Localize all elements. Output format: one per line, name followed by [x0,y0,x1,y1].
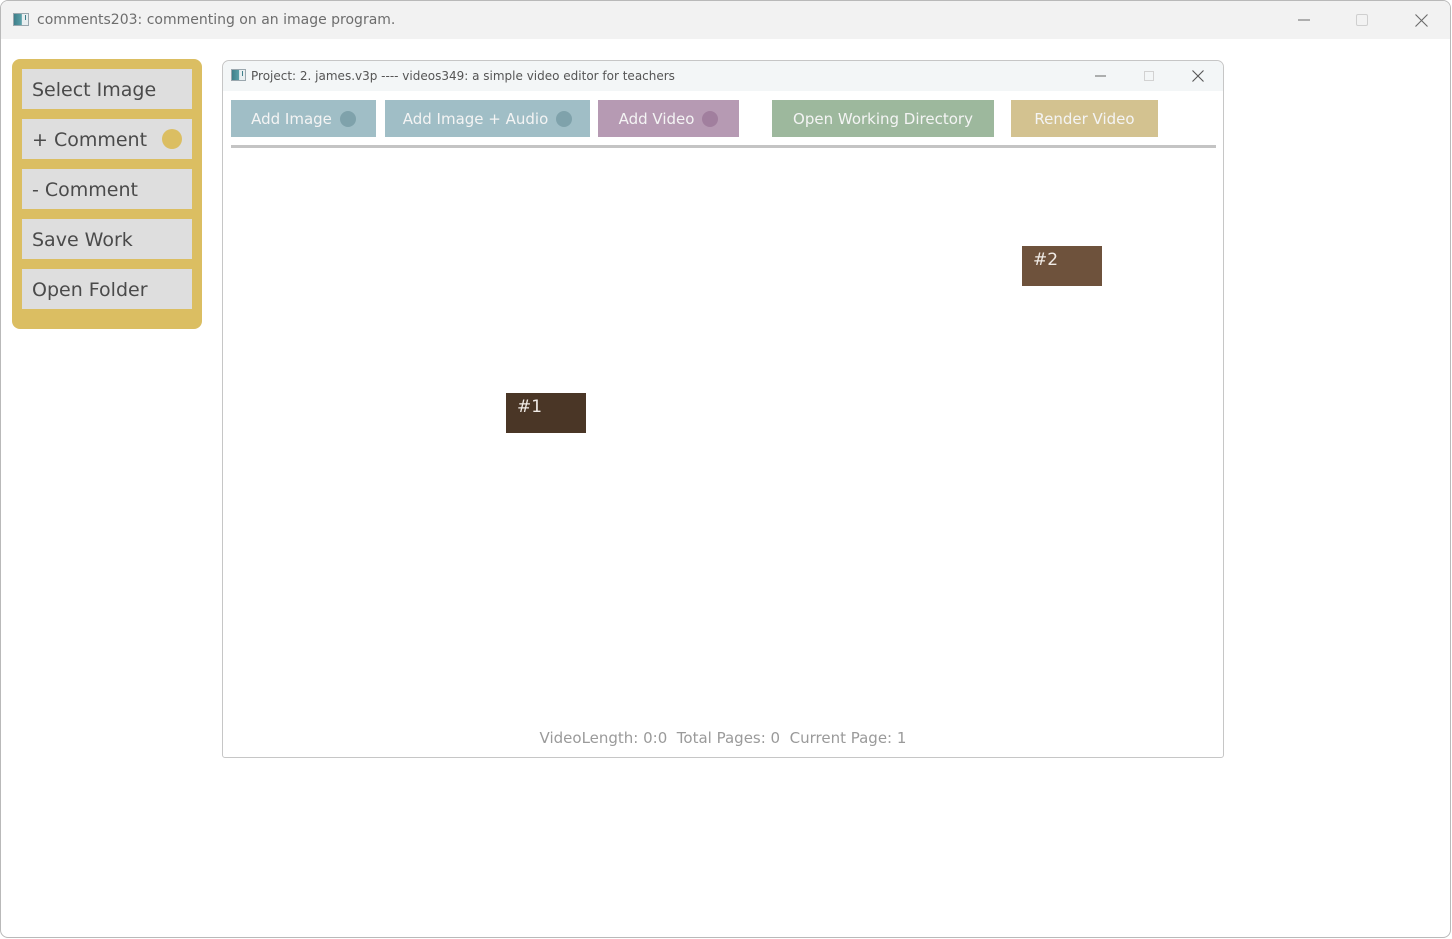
maximize-button[interactable] [1339,1,1385,39]
minimize-icon [1094,75,1106,77]
inner-close-button[interactable] [1174,61,1222,91]
page-marker-label: #1 [517,397,543,417]
add-image-label: Add Image [251,109,332,128]
outer-window: comments203: commenting on an image prog… [0,0,1451,938]
status-bar: VideoLength: 0:0 Total Pages: 0 Current … [539,729,907,747]
minimize-button[interactable] [1281,1,1327,39]
toolbar-divider [231,145,1216,148]
inner-titlebar[interactable]: Project: 2. james.v3p ---- videos349: a … [223,61,1223,91]
sidebar-panel: Select Image + Comment - Comment Save Wo… [12,59,202,329]
add-image-audio-button[interactable]: Add Image + Audio [385,100,590,137]
render-video-label: Render Video [1034,109,1135,128]
page-marker-1[interactable]: #1 [506,393,586,433]
maximize-icon [1144,71,1154,81]
add-image-button[interactable]: Add Image [231,100,376,137]
outer-titlebar[interactable]: comments203: commenting on an image prog… [1,1,1450,39]
status-dot-icon [702,110,719,127]
open-folder-label: Open Folder [32,279,148,301]
save-work-button[interactable]: Save Work [22,219,192,259]
page-marker-2[interactable]: #2 [1022,246,1102,286]
app-icon [231,69,246,81]
open-working-directory-label: Open Working Directory [793,109,973,128]
select-image-button[interactable]: Select Image [22,69,192,109]
add-video-button[interactable]: Add Video [598,100,739,137]
open-working-directory-button[interactable]: Open Working Directory [772,100,994,137]
open-folder-button[interactable]: Open Folder [22,269,192,309]
remove-comment-button[interactable]: - Comment [22,169,192,209]
minimize-icon [1298,19,1310,21]
add-video-label: Add Video [618,109,695,128]
add-comment-label: + Comment [32,129,148,151]
maximize-icon [1356,14,1368,26]
app-icon [13,13,29,26]
add-comment-button[interactable]: + Comment [22,119,192,159]
add-image-audio-label: Add Image + Audio [402,109,549,128]
status-dot-icon [339,110,356,127]
outer-window-title: comments203: commenting on an image prog… [37,12,396,28]
video-editor-window: Project: 2. james.v3p ---- videos349: a … [222,60,1224,758]
active-indicator-dot [162,129,182,149]
inner-maximize-button[interactable] [1125,61,1173,91]
render-video-button[interactable]: Render Video [1011,100,1158,137]
inner-minimize-button[interactable] [1076,61,1124,91]
timeline-canvas[interactable]: #1 #2 [223,149,1223,727]
status-dot-icon [556,110,573,127]
inner-window-title: Project: 2. james.v3p ---- videos349: a … [251,69,675,83]
select-image-label: Select Image [32,79,157,101]
save-work-label: Save Work [32,229,133,251]
close-icon [1414,13,1428,27]
close-button[interactable] [1398,1,1444,39]
remove-comment-label: - Comment [32,179,138,201]
page-marker-label: #2 [1033,250,1059,270]
close-icon [1192,70,1204,82]
